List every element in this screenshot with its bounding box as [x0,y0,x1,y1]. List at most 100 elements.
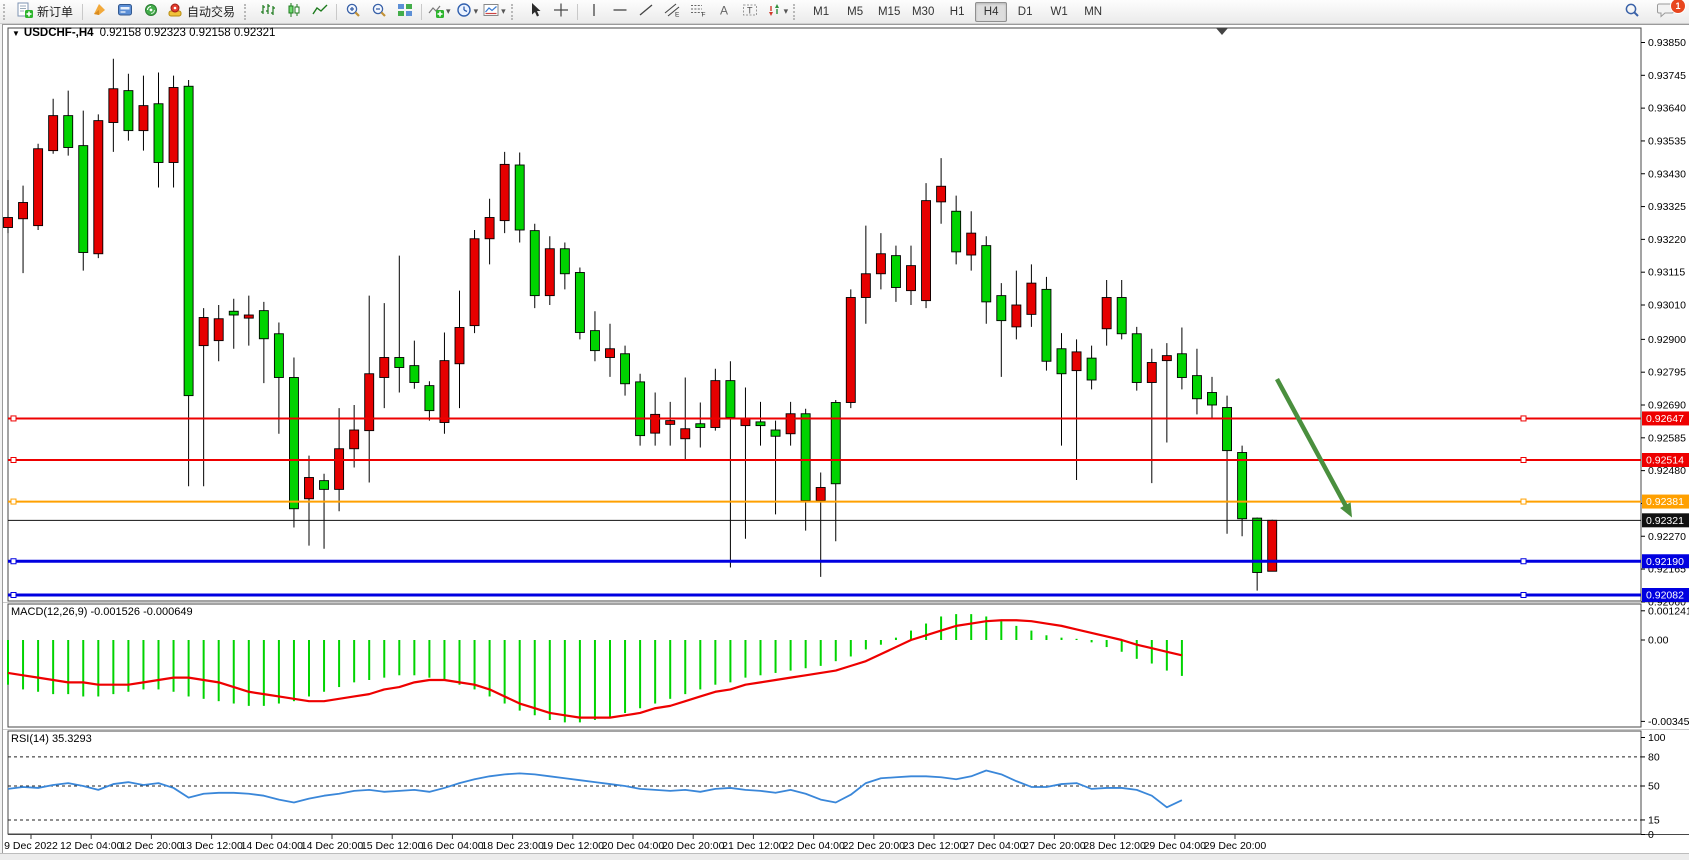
toolbar: 新订单 自动交易 [0,0,1689,24]
tf-m15-button[interactable]: M15 [873,2,905,22]
svg-text:0.92514: 0.92514 [1646,455,1684,467]
line-chart-icon [311,2,329,21]
zoom-in-icon [344,2,362,21]
chart-bars-button[interactable] [255,2,281,22]
metaeditor-icon [90,2,108,21]
toolbar-grip[interactable] [511,4,518,20]
svg-text:0.93640: 0.93640 [1648,103,1686,115]
svg-text:0.93430: 0.93430 [1648,168,1686,180]
toolbar-separator [336,4,337,20]
channel-icon: E [663,2,681,21]
crosshair-icon [552,2,570,21]
fibonacci-button[interactable]: F [685,2,711,22]
metaeditor-button[interactable] [86,2,112,22]
dropdown-arrow-icon: ▾ [501,6,506,17]
terminal-icon [116,2,134,21]
tf-mn-button[interactable]: MN [1077,2,1109,22]
svg-text:A: A [720,4,728,18]
toolbar-grip[interactable] [793,4,800,20]
autotrading-button[interactable]: 自动交易 [164,2,241,22]
equidistant-channel-button[interactable]: E [659,2,685,22]
crosshair-button[interactable] [548,2,574,22]
svg-text:0.92585: 0.92585 [1648,432,1686,444]
chart-line-button[interactable] [307,2,333,22]
toolbar-grip[interactable] [244,4,251,20]
zoom-out-button[interactable] [366,2,392,22]
svg-text:9 Dec 2022: 9 Dec 2022 [4,840,58,852]
text-label-button[interactable]: T [737,2,763,22]
tf-m1-button[interactable]: M1 [805,2,837,22]
svg-text:0.93850: 0.93850 [1648,37,1686,49]
svg-text:0.92381: 0.92381 [1646,496,1684,508]
svg-text:0: 0 [1648,829,1654,841]
periods-button[interactable]: ▾ [453,2,481,22]
arrows-button[interactable]: ▾ [763,2,791,22]
chart-canvas[interactable]: 0.938500.937450.936400.935350.934300.933… [0,0,1689,860]
svg-text:0.92270: 0.92270 [1648,531,1686,543]
svg-text:13 Dec 12:00: 13 Dec 12:00 [180,840,243,852]
svg-text:0.92900: 0.92900 [1648,334,1686,346]
svg-text:0.92082: 0.92082 [1646,590,1684,602]
zoom-out-icon [370,2,388,21]
templates-button[interactable]: ▾ [480,2,508,22]
vertical-line-icon [585,2,603,21]
tf-m30-button[interactable]: M30 [907,2,939,22]
svg-text:0.93220: 0.93220 [1648,234,1686,246]
svg-text:19 Dec 12:00: 19 Dec 12:00 [542,840,605,852]
horizontal-line-button[interactable] [607,2,633,22]
svg-text:0.92690: 0.92690 [1648,400,1686,412]
terminal-button[interactable] [112,2,138,22]
svg-text:20 Dec 20:00: 20 Dec 20:00 [662,840,725,852]
tile-windows-button[interactable] [392,2,418,22]
search-button[interactable] [1619,1,1645,21]
indicators-button[interactable]: ▾ [425,2,453,22]
line-handle [11,593,16,598]
autotrading-icon [166,2,184,21]
chart-ohlc-readout: 0.92158 0.92323 0.92158 0.92321 [100,27,276,39]
svg-text:0.00: 0.00 [1648,635,1669,647]
tf-h1-button[interactable]: H1 [941,2,973,22]
svg-text:14 Dec 04:00: 14 Dec 04:00 [241,840,304,852]
new-order-button[interactable]: 新订单 [14,2,79,22]
line-handle [11,416,16,421]
trendline-button[interactable] [633,2,659,22]
svg-text:E: E [675,12,680,19]
svg-text:0.93535: 0.93535 [1648,135,1686,147]
svg-text:15 Dec 12:00: 15 Dec 12:00 [361,840,424,852]
chart-candles-button[interactable] [281,2,307,22]
svg-text:0.93745: 0.93745 [1648,70,1686,82]
text-button[interactable]: A [711,2,737,22]
tf-d1-button[interactable]: D1 [1009,2,1041,22]
dropdown-arrow-icon: ▾ [784,6,789,17]
svg-text:100: 100 [1648,732,1666,744]
tf-w1-button[interactable]: W1 [1043,2,1075,22]
text-icon: A [715,2,733,21]
svg-text:22 Dec 20:00: 22 Dec 20:00 [843,840,906,852]
tf-m5-button[interactable]: M5 [839,2,871,22]
dropdown-arrow-icon: ▾ [474,6,479,17]
fibonacci-icon: F [689,2,707,21]
arrows-icon [765,2,783,21]
svg-text:20 Dec 04:00: 20 Dec 04:00 [602,840,665,852]
trendline-icon [637,2,655,21]
signals-button[interactable] [138,2,164,22]
svg-text:0.92321: 0.92321 [1646,515,1684,527]
tf-h4-button[interactable]: H4 [975,2,1007,22]
chat-button[interactable]: 1 [1653,1,1679,21]
cursor-button[interactable] [522,2,548,22]
zoom-in-button[interactable] [340,2,366,22]
chart-collapse-icon[interactable]: ▼ [12,29,20,38]
dropdown-arrow-icon: ▾ [446,6,451,17]
svg-text:21 Dec 12:00: 21 Dec 12:00 [722,840,785,852]
toolbar-grip[interactable] [3,4,10,20]
text-label-icon: T [741,2,759,21]
svg-text:23 Dec 12:00: 23 Dec 12:00 [903,840,966,852]
svg-text:29 Dec 20:00: 29 Dec 20:00 [1204,840,1267,852]
svg-text:T: T [747,6,753,16]
chart-title: ▼USDCHF-,H40.92158 0.92323 0.92158 0.923… [12,27,275,39]
vertical-line-button[interactable] [581,2,607,22]
line-handle [1521,458,1526,463]
toolbar-separator [82,4,83,20]
cursor-icon [526,2,544,21]
new-order-icon [16,2,34,21]
